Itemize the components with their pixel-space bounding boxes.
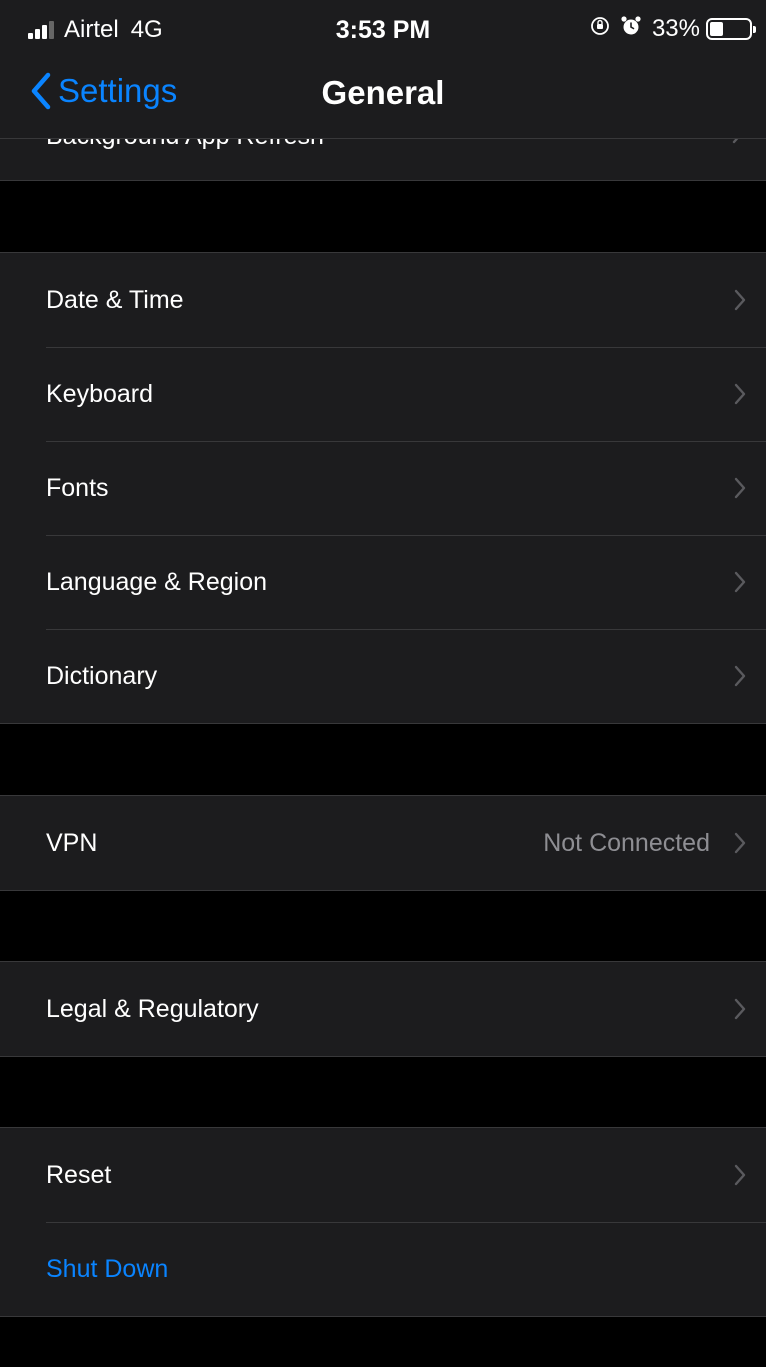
chevron-right-icon (734, 1164, 746, 1191)
alarm-icon (620, 15, 642, 43)
settings-group-4: Reset Shut Down (0, 1127, 766, 1317)
row-label: Language & Region (46, 567, 268, 596)
settings-group-2: VPN Not Connected (0, 795, 766, 891)
navigation-bar: Settings General (0, 58, 766, 139)
settings-group-3: Legal & Regulatory (0, 961, 766, 1057)
row-label: VPN (46, 828, 98, 857)
settings-general-screen: Background App Refresh Airtel 4G 3:53 PM (0, 0, 766, 1367)
settings-row-legal-regulatory[interactable]: Legal & Regulatory (0, 962, 766, 1056)
battery-level (710, 22, 723, 36)
battery-icon (706, 18, 756, 40)
settings-row-language-region[interactable]: Language & Region (0, 535, 766, 629)
row-label: Reset (46, 1160, 112, 1189)
settings-row-date-time[interactable]: Date & Time (0, 253, 766, 347)
chevron-right-icon (734, 571, 746, 598)
chevron-right-icon (734, 289, 746, 316)
settings-row-keyboard[interactable]: Keyboard (0, 347, 766, 441)
shut-down-label: Shut Down (46, 1254, 169, 1283)
row-label: Dictionary (46, 661, 158, 690)
row-label: Date & Time (46, 285, 184, 314)
page-title: General (321, 74, 445, 111)
row-label: Legal & Regulatory (46, 994, 259, 1023)
settings-row-reset[interactable]: Reset (0, 1128, 766, 1222)
orientation-lock-icon (590, 16, 610, 42)
settings-row-fonts[interactable]: Fonts (0, 441, 766, 535)
settings-group-1: Date & Time Keyboard Fonts Language & Re… (0, 252, 766, 724)
settings-row-dictionary[interactable]: Dictionary (0, 629, 766, 723)
row-label: Fonts (46, 473, 109, 502)
chevron-right-icon (734, 477, 746, 504)
chevron-right-icon (734, 665, 746, 692)
status-right: 33% (590, 15, 756, 43)
row-label: Keyboard (46, 379, 154, 408)
vpn-status-value: Not Connected (543, 828, 710, 857)
shut-down-button[interactable]: Shut Down (0, 1222, 766, 1316)
chevron-right-icon (734, 383, 746, 410)
battery-percent: 33% (651, 15, 700, 42)
settings-row-vpn[interactable]: VPN Not Connected (0, 796, 766, 890)
chevron-right-icon (734, 832, 746, 859)
chevron-right-icon (734, 998, 746, 1025)
status-bar: Airtel 4G 3:53 PM 33% (0, 0, 766, 58)
